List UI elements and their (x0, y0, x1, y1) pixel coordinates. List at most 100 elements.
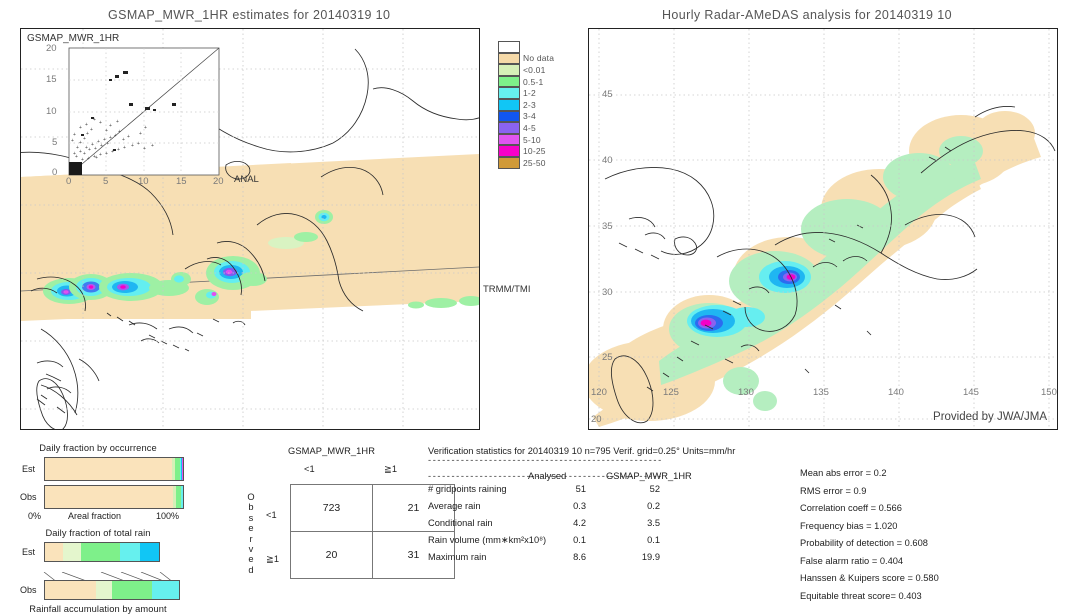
verification-col-analysed: Analysed (528, 471, 567, 481)
right-xtick-150: 150 (1041, 387, 1057, 398)
svg-text:+: + (122, 137, 125, 143)
svg-text:+: + (85, 122, 88, 128)
svg-text:+: + (81, 157, 84, 163)
svg-text:+: + (116, 119, 119, 125)
right-map-graphic (589, 29, 1057, 429)
verification-score-line: Hanssen & Kuipers score = 0.580 (800, 573, 939, 583)
right-ytick-20: 20 (591, 414, 602, 425)
right-xtick-145: 145 (963, 387, 979, 398)
verification-score-line: False alarm ratio = 0.404 (800, 555, 904, 566)
verification-row-analysed: 0.3 (573, 501, 586, 511)
amount-obs-segment (45, 581, 96, 599)
colorbar-label: 2-3 (523, 99, 536, 110)
colorbar-entry: 2-3 (498, 98, 554, 111)
cell-hit-none: 723 (290, 484, 373, 532)
colorbar-entry: 3-4 (498, 110, 554, 123)
amount-chart: Daily fraction of total rain Est Obs Rai… (0, 528, 200, 614)
svg-text:+: + (127, 134, 130, 140)
inset-xtick-5: 5 (103, 176, 109, 187)
verification-row-label: Rain volume (mm∗km²x10⁸) (428, 535, 547, 545)
verification-row: Rain volume (mm∗km²x10⁸) 0.1 0.1 (428, 535, 735, 552)
colorbar-legend: No data <0.01 0.5-1 1-2 2-3 3-4 4-5 5-10 10-25 25… (498, 41, 554, 169)
colorbar-entry (498, 41, 554, 53)
verification-row-estimate: 0.1 (647, 535, 660, 545)
cell-miss: 20 (290, 531, 373, 579)
svg-text:+: + (106, 141, 109, 147)
colorbar-label: 5-10 (523, 134, 541, 145)
occurrence-obs-segment (181, 486, 183, 508)
colorbar-label: 4-5 (523, 122, 536, 133)
verification-rule-top: ----------------------------------------… (428, 455, 663, 465)
amount-est-label: Est (22, 547, 36, 557)
inset-xaxis-label: ANAL (234, 174, 259, 185)
colorbar-entry: No data (498, 52, 555, 65)
colorbar-label: <0.01 (523, 64, 546, 75)
svg-text:+: + (95, 155, 98, 161)
colorbar-entry: 5-10 (498, 133, 554, 146)
inset-xtick-15: 15 (176, 176, 187, 187)
verification-row-analysed: 51 (575, 484, 586, 494)
occurrence-est-segment (182, 458, 183, 480)
verification-score-line: Equitable threat score= 0.403 (800, 590, 922, 601)
observed-axis-letter: e (248, 523, 254, 534)
colorbar-swatch (498, 98, 520, 111)
verification-row-analysed: 0.1 (573, 535, 586, 545)
occurrence-chart: Daily fraction by occurrence Est Obs 0% … (0, 443, 200, 525)
colorbar-entry: 10-25 (498, 145, 554, 157)
svg-text:+: + (73, 151, 76, 157)
amount-est-segment (45, 543, 64, 561)
right-xtick-140: 140 (888, 387, 904, 398)
svg-text:+: + (131, 143, 134, 149)
verification-row-label: # gridpoints raining (428, 484, 507, 494)
svg-text:+: + (99, 152, 102, 158)
occurrence-axis-left: 0% (28, 511, 42, 521)
amount-obs-segment (152, 581, 179, 599)
occurrence-obs-segment (45, 486, 173, 508)
occurrence-est-segment (45, 458, 172, 480)
observed-axis-letter: e (248, 554, 254, 565)
observed-axis-letter: b (248, 502, 254, 513)
observed-axis-letter: r (249, 533, 253, 544)
right-map-panel[interactable]: 45 40 35 30 25 20 120 125 130 135 140 14… (588, 28, 1058, 430)
inset-xtick-0: 0 (66, 176, 72, 187)
observed-axis-letter: v (248, 544, 254, 555)
right-xtick-120: 120 (591, 387, 607, 398)
svg-text:+: + (123, 145, 126, 151)
colorbar-label: 10-25 (523, 146, 546, 157)
verification-scores: Mean abs error = 0.2 RMS error = 0.9 Corre… (800, 468, 939, 608)
occurrence-chart-title: Daily fraction by occurrence (39, 443, 157, 453)
colorbar-label: 1-2 (523, 88, 536, 99)
colorbar-entry: 25-50 (498, 156, 554, 169)
colorbar-entry: 4-5 (498, 122, 554, 134)
occurrence-obs-bar (44, 485, 184, 509)
inset-title: GSMAP_MWR_1HR (27, 33, 120, 44)
amount-obs-label: Obs (20, 585, 37, 595)
amount-est-segment (139, 543, 159, 561)
right-ytick-35: 35 (602, 221, 613, 232)
left-map-graphic: ++ ++ ++ ++ ++ ++ + + + + + + + + ++ + + ++ +… (21, 29, 479, 429)
verification-row-estimate: 0.2 (647, 501, 660, 511)
observed-axis-letter: s (248, 512, 254, 523)
verification-row: Maximum rain 8.6 19.9 (428, 552, 735, 569)
inset-ytick-5: 5 (52, 137, 58, 148)
svg-text:+: + (99, 120, 102, 126)
colorbar-swatch (498, 133, 520, 146)
occurrence-est-label: Est (22, 464, 36, 474)
occurrence-axis-center: Areal fraction (68, 511, 122, 521)
verification-row-label: Average rain (428, 501, 481, 511)
amount-chart-caption: Rainfall accumulation by amount (29, 604, 167, 614)
colorbar-entry: 1-2 (498, 87, 554, 99)
svg-text:+: + (79, 125, 82, 131)
right-panel-title: Hourly Radar-AMeDAS analysis for 2014031… (662, 8, 952, 22)
colorbar-swatch (498, 41, 520, 53)
occurrence-obs-label: Obs (20, 492, 37, 502)
svg-text:+: + (114, 133, 117, 139)
svg-text:+: + (79, 149, 82, 155)
verification-score-line: RMS error = 0.9 (800, 485, 867, 496)
inset-ytick-10: 10 (46, 106, 57, 117)
svg-text:+: + (100, 143, 103, 149)
left-map-panel[interactable]: + + + + + + + + + + + + + + + + + + + + + + + + + + +… (20, 28, 480, 430)
contingency-row-header-lt1: <1 (266, 510, 277, 520)
colorbar-label: No data (523, 53, 555, 64)
verification-stats-block: Verification statistics for 20140319 10 … (428, 446, 735, 569)
